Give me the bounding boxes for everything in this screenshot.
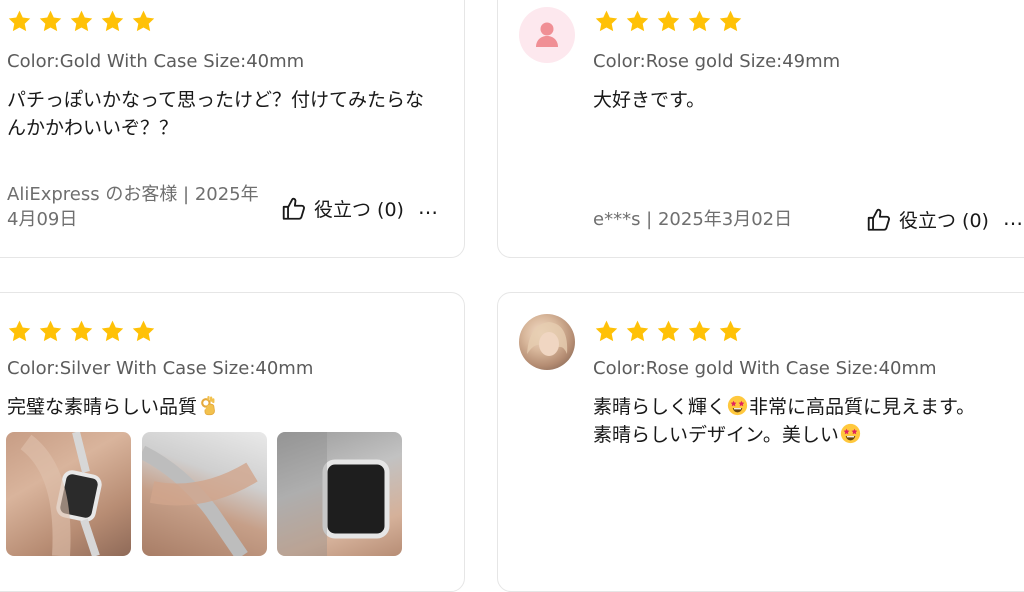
thumbs-up-icon (866, 207, 892, 233)
star-rating (7, 9, 156, 34)
review-text-part: 非常に高品質に見えます。 (749, 396, 976, 418)
star-icon (594, 9, 619, 34)
star-icon (594, 319, 619, 344)
star-rating (594, 9, 743, 34)
helpful-label: 役立つ (0) (314, 199, 404, 221)
star-icon (69, 319, 94, 344)
review-text-part: 素晴らしく輝く (593, 396, 727, 418)
star-icon (131, 319, 156, 344)
review-card: Color:Gold With Case Size:40mm パチっぽいかなって… (0, 0, 465, 258)
star-icon (38, 319, 63, 344)
star-icon (625, 319, 650, 344)
star-icon (7, 9, 32, 34)
review-photo-1[interactable] (6, 432, 131, 556)
ok-hand-emoji-icon (198, 395, 219, 416)
review-photo-2[interactable] (142, 432, 267, 556)
review-text: 大好きです。 (593, 89, 706, 111)
star-icon (718, 9, 743, 34)
star-icon (100, 319, 125, 344)
review-text: 完璧な素晴らしい品質 (7, 396, 198, 418)
star-rating (594, 319, 743, 344)
star-icon (38, 9, 63, 34)
product-attribute: Color:Rose gold Size:49mm (593, 51, 841, 72)
more-options-button[interactable]: … (1003, 206, 1024, 230)
product-attribute: Color:Silver With Case Size:40mm (7, 358, 314, 379)
thumbs-up-icon (281, 196, 307, 222)
product-attribute: Color:Rose gold With Case Size:40mm (593, 358, 937, 379)
review-photo-3[interactable] (277, 432, 402, 556)
star-icon (718, 319, 743, 344)
star-icon (687, 9, 712, 34)
more-options-button[interactable]: … (418, 195, 439, 219)
review-author-date: e***s | 2025年3月02日 (593, 209, 793, 230)
review-text-line: 完璧な素晴らしい品質 (7, 393, 220, 421)
star-icon (69, 9, 94, 34)
star-icon (687, 319, 712, 344)
review-card: Color:Rose gold Size:49mm 大好きです。 e***s |… (497, 0, 1024, 258)
user-photo-avatar-icon (519, 314, 575, 370)
review-card: Color:Rose gold With Case Size:40mm 素晴らし… (497, 292, 1024, 592)
star-struck-emoji-icon (840, 423, 861, 444)
helpful-button[interactable]: 役立つ (0) (866, 206, 989, 233)
helpful-label: 役立つ (0) (899, 210, 989, 232)
product-attribute: Color:Gold With Case Size:40mm (7, 51, 305, 72)
default-avatar-icon (519, 7, 575, 63)
review-text: 素晴らしく輝く 非常に高品質に見えます。 素晴らしいデザイン。美しい (593, 393, 1024, 449)
review-card: Color:Silver With Case Size:40mm 完璧な素晴らし… (0, 292, 465, 592)
star-icon (100, 9, 125, 34)
star-icon (656, 319, 681, 344)
review-text: パチっぽいかなって思ったけど？付けてみたらなんかかわいいぞ？？ (7, 89, 425, 139)
star-icon (131, 9, 156, 34)
star-icon (625, 9, 650, 34)
star-rating (7, 319, 156, 344)
star-icon (7, 319, 32, 344)
star-struck-emoji-icon (727, 395, 748, 416)
review-text-part: 素晴らしいデザイン。美しい (593, 424, 839, 446)
star-icon (656, 9, 681, 34)
review-author-date: AliExpress のお客様 | 2025年4月09日 (7, 184, 259, 230)
helpful-button[interactable]: 役立つ (0) (281, 195, 404, 222)
